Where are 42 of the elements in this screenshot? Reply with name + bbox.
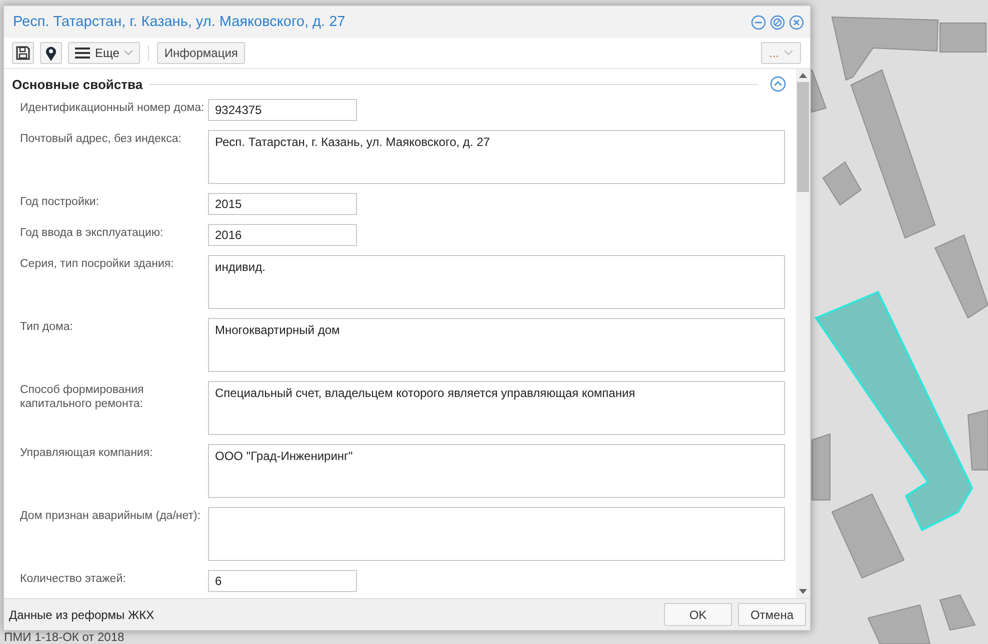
input-field[interactable]: 9324375 — [208, 99, 357, 121]
field-label: Количество этажей: — [20, 572, 127, 587]
field-label: Год ввода в эксплуатацию: — [20, 226, 164, 241]
window-title: Респ. Татарстан, г. Казань, ул. Маяковского, д. 27 — [13, 14, 346, 30]
map-pin-icon — [45, 46, 57, 60]
scroll-down-arrow-icon[interactable] — [799, 589, 807, 594]
field-label: Идентификационный номер дома: — [20, 101, 206, 116]
source-label: Данные из реформы ЖКХ — [9, 608, 156, 622]
ok-button[interactable]: OK — [664, 603, 732, 626]
save-button[interactable] — [12, 42, 34, 64]
field-label: Управляющая компания: — [20, 446, 154, 461]
field-label: Способ формирования капитального ремонта: — [20, 383, 145, 412]
field-label: Почтовый адрес, без индекса: — [20, 132, 182, 147]
chevron-down-icon — [124, 50, 134, 56]
minimize-icon[interactable] — [751, 14, 766, 30]
scrollbar-thumb[interactable] — [797, 82, 809, 192]
field-label: Год постройки: — [20, 195, 100, 210]
text-area[interactable]: Многоквартирный дом — [208, 318, 785, 372]
input-field[interactable]: 2016 — [208, 224, 357, 246]
close-icon[interactable] — [789, 14, 804, 30]
text-area[interactable]: индивид. — [208, 255, 785, 309]
chevron-down-icon — [784, 50, 793, 56]
restore-icon[interactable] — [770, 14, 785, 30]
section-title: Основные свойства — [12, 76, 143, 92]
location-button[interactable] — [40, 42, 62, 64]
map-label: ПМИ 1-18-ОК от 2018 — [4, 631, 124, 644]
collapse-icon[interactable] — [770, 76, 786, 92]
text-area[interactable]: Респ. Татарстан, г. Казань, ул. Маяковского, д. 27 — [208, 130, 785, 184]
menu-icon — [75, 47, 90, 59]
text-area[interactable]: Специальный счет, владельцем которого является управляющая компания — [208, 381, 785, 435]
field-label: Серия, тип посройки здания: — [20, 257, 175, 272]
field-label: Тип дома: — [20, 320, 74, 335]
input-field[interactable]: 2015 — [208, 193, 357, 215]
scrollbar[interactable] — [796, 69, 810, 598]
cancel-button[interactable]: Отмена — [738, 603, 806, 626]
input-field[interactable]: 6 — [208, 570, 357, 592]
field-label: Дом признан аварийным (да/нет): — [20, 509, 202, 524]
text-area[interactable]: ООО "Град-Инжениринг" — [208, 444, 785, 498]
text-area[interactable] — [208, 507, 785, 561]
scroll-up-arrow-icon[interactable] — [799, 73, 807, 78]
more-menu-button[interactable]: Еще — [68, 42, 140, 64]
info-button[interactable]: Информация — [157, 42, 245, 64]
